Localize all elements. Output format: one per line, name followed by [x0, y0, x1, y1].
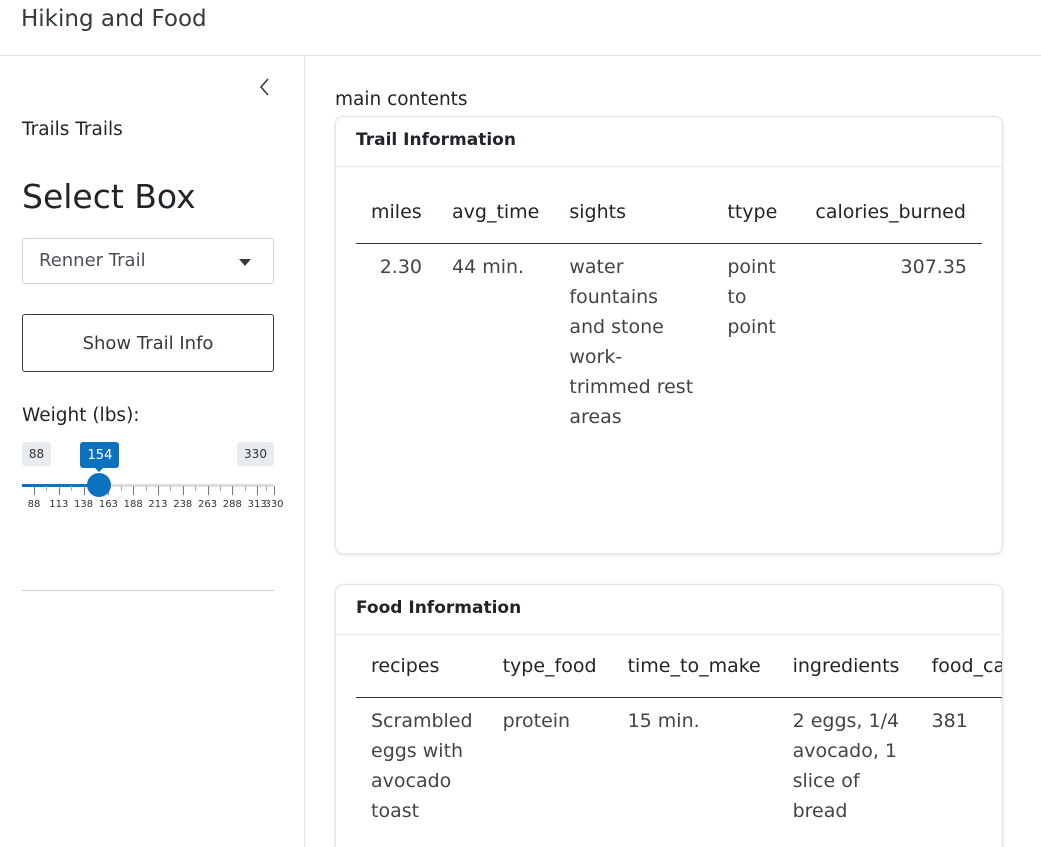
column-header: avg_time [437, 181, 555, 244]
slider-minor-tick [170, 486, 172, 491]
navbar: Hiking and Food [0, 0, 1041, 56]
slider-tick [133, 486, 135, 495]
sidebar-title: Trails Trails [22, 119, 123, 140]
trail-table: miles avg_time sights ttype calories_bur… [356, 181, 982, 440]
slider-tick [182, 486, 184, 495]
food-table: recipes type_food time_to_make ingredien… [356, 635, 1002, 834]
select-box-heading: Select Box [22, 177, 196, 216]
column-header: miles [356, 181, 437, 244]
slider-tick-label: 188 [123, 499, 143, 510]
table-row: Scrambled eggs with avocado toast protei… [356, 697, 1002, 834]
slider-tick [274, 486, 275, 495]
cell-calories-burned: 307.35 [900, 255, 967, 278]
slider-tick-label: 113 [49, 499, 69, 510]
slider-min-badge: 88 [22, 442, 51, 466]
sidebar-divider [22, 590, 274, 591]
slider-tick [34, 486, 35, 495]
weight-slider[interactable]: 88 154 330 88 113 138 163 188 213 238 263 288 313… [22, 442, 284, 532]
cell-ingredients: 2 eggs, 1/4 avocado, 1 slice of bread [792, 709, 900, 822]
food-information-card: Food Information recipes type_food time_… [335, 584, 1003, 847]
column-header: recipes [356, 635, 488, 698]
column-header: time_to_make [612, 635, 778, 698]
column-header: ttype [712, 181, 801, 244]
cell-food-cal: 381 [931, 709, 968, 732]
slider-tick-label: 288 [222, 499, 242, 510]
slider-tick [83, 486, 85, 495]
cell-sights: water fountains and stone work-trimmed r… [569, 255, 694, 428]
slider-minor-tick [46, 486, 48, 491]
chevron-left-icon [259, 78, 269, 96]
slider-tick-label: 163 [98, 499, 118, 510]
slider-tick [232, 486, 234, 495]
trail-information-card: Trail Information miles avg_time sights … [335, 116, 1003, 554]
slider-tick [207, 486, 209, 495]
food-card-header: Food Information [336, 585, 1002, 635]
show-trail-info-button[interactable]: Show Trail Info [22, 314, 274, 372]
cell-avg-time: 44 min. [452, 255, 525, 278]
app-title: Hiking and Food [21, 6, 207, 32]
slider-minor-tick [120, 486, 122, 491]
table-row: 2.30 44 min. water fountains and stone w… [356, 243, 982, 440]
slider-minor-tick [145, 486, 147, 491]
caret-down-icon [239, 259, 251, 266]
column-header: sights [554, 181, 713, 244]
column-header: type_food [487, 635, 613, 698]
slider-max-badge: 330 [237, 442, 274, 466]
slider-value-badge: 154 [80, 442, 120, 472]
slider-minor-tick [219, 486, 221, 491]
cell-type-food: protein [502, 709, 571, 732]
weight-label: Weight (lbs): [22, 405, 140, 426]
slider-tick [157, 486, 159, 495]
slider-minor-tick [265, 486, 267, 491]
column-header: food_ca [916, 635, 1002, 698]
slider-tick-label: 330 [264, 499, 284, 510]
cell-time-to-make: 15 min. [627, 709, 700, 732]
cell-miles: 2.30 [379, 255, 422, 278]
sidebar-collapse-button[interactable] [255, 76, 275, 98]
column-header: ingredients [777, 635, 917, 698]
slider-minor-tick [71, 486, 73, 491]
trail-select-value: Renner Trail [39, 250, 146, 271]
slider-tick-label: 138 [74, 499, 94, 510]
main-contents-label: main contents [335, 89, 468, 110]
trail-card-header: Trail Information [336, 117, 1002, 167]
cell-ttype: point to point [727, 255, 776, 338]
slider-minor-tick [195, 486, 197, 491]
sidebar: Trails Trails Select Box Renner Trail Sh… [0, 56, 305, 847]
slider-tick [257, 486, 259, 495]
slider-tick-label: 88 [27, 499, 41, 510]
slider-tick [58, 486, 60, 495]
trail-select[interactable]: Renner Trail [22, 238, 274, 284]
slider-tick-label: 238 [173, 499, 193, 510]
cell-recipes: Scrambled eggs with avocado toast [371, 709, 473, 822]
slider-tick-label: 263 [198, 499, 218, 510]
slider-ticks [22, 486, 275, 496]
slider-tick-label: 213 [148, 499, 168, 510]
column-header: calories_burned [800, 181, 982, 244]
slider-minor-tick [244, 486, 246, 491]
